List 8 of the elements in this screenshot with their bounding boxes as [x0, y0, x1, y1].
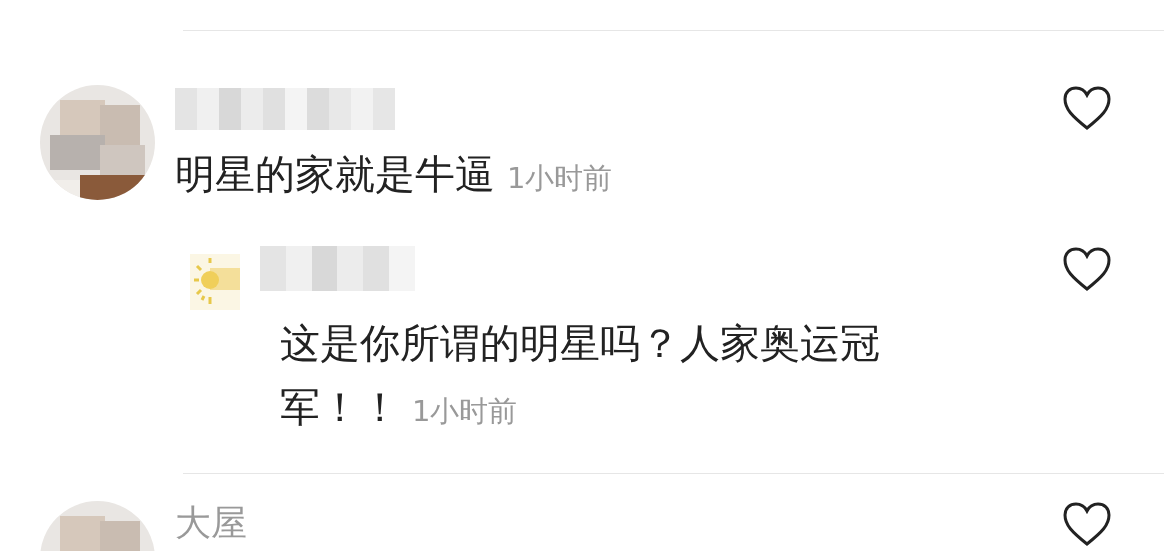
reply-text: 这是你所谓的明星吗？人家奥运冠军！！ 1小时前	[280, 319, 881, 432]
reply-time: 1小时前	[412, 394, 518, 428]
heart-icon[interactable]	[1062, 85, 1112, 131]
comment-time: 1小时前	[507, 161, 613, 195]
username[interactable]: 大屋	[175, 501, 1062, 545]
heart-icon[interactable]	[1062, 501, 1112, 547]
heart-icon[interactable]	[1062, 246, 1112, 292]
comment-text: 明星的家就是牛逼 1小时前	[175, 150, 614, 199]
